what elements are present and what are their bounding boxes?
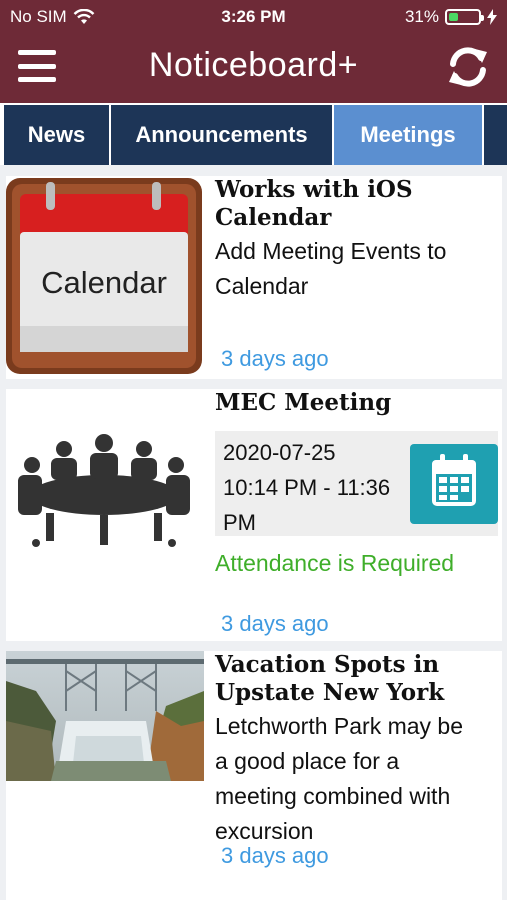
attendance-label: Attendance is Required — [215, 550, 455, 576]
waterfall-image — [6, 651, 204, 781]
calendar-image: Calendar — [6, 178, 202, 374]
tab-announcements[interactable]: Announcements — [111, 105, 334, 165]
tab-news[interactable]: News — [4, 105, 111, 165]
status-bar: No SIM 3:26 PM 31% — [0, 0, 507, 34]
add-to-calendar-button[interactable] — [410, 444, 498, 524]
post-feed: Calendar Works with iOS Calendar Add Mee… — [0, 165, 507, 900]
app-title: Noticeboard+ — [148, 46, 359, 84]
calendar-icon — [432, 454, 476, 506]
meeting-time: 10:14 PM - 11:36 PM — [223, 475, 391, 535]
meeting-table-image — [18, 434, 190, 547]
post-timestamp: 3 days ago — [221, 346, 329, 371]
post-timestamp: 3 days ago — [221, 611, 329, 636]
calendar-image-label: Calendar — [41, 265, 167, 300]
post-body: Letchworth Park may be a good place for … — [215, 713, 464, 844]
refresh-icon[interactable] — [445, 44, 491, 90]
post-card[interactable]: MEC Meeting 2020-07-25 10:14 PM - 11:36 … — [6, 389, 502, 641]
post-title: Vacation Spots in Upstate New York — [215, 651, 445, 706]
post-title: Works with iOS Calendar — [215, 176, 413, 231]
post-card[interactable]: Vacation Spots in Upstate New York Letch… — [6, 651, 502, 900]
tab-meetings[interactable]: Meetings — [334, 105, 484, 165]
battery-icon — [445, 9, 484, 25]
nav-bar: Noticeboard+ — [0, 40, 507, 96]
post-title: MEC Meeting — [215, 389, 392, 416]
tab-bar: News Announcements Meetings — [0, 103, 507, 165]
post-body: Add Meeting Events to Calendar — [215, 238, 447, 299]
post-card[interactable]: Calendar Works with iOS Calendar Add Mee… — [6, 176, 502, 379]
charging-icon — [487, 9, 497, 25]
app-header: No SIM 3:26 PM 31% Noticeboard+ — [0, 0, 507, 103]
post-timestamp: 3 days ago — [221, 843, 329, 868]
tab-overflow[interactable] — [484, 105, 507, 165]
battery-percent: 31% — [404, 7, 439, 26]
meeting-details: 2020-07-25 10:14 PM - 11:36 PM — [215, 431, 498, 536]
